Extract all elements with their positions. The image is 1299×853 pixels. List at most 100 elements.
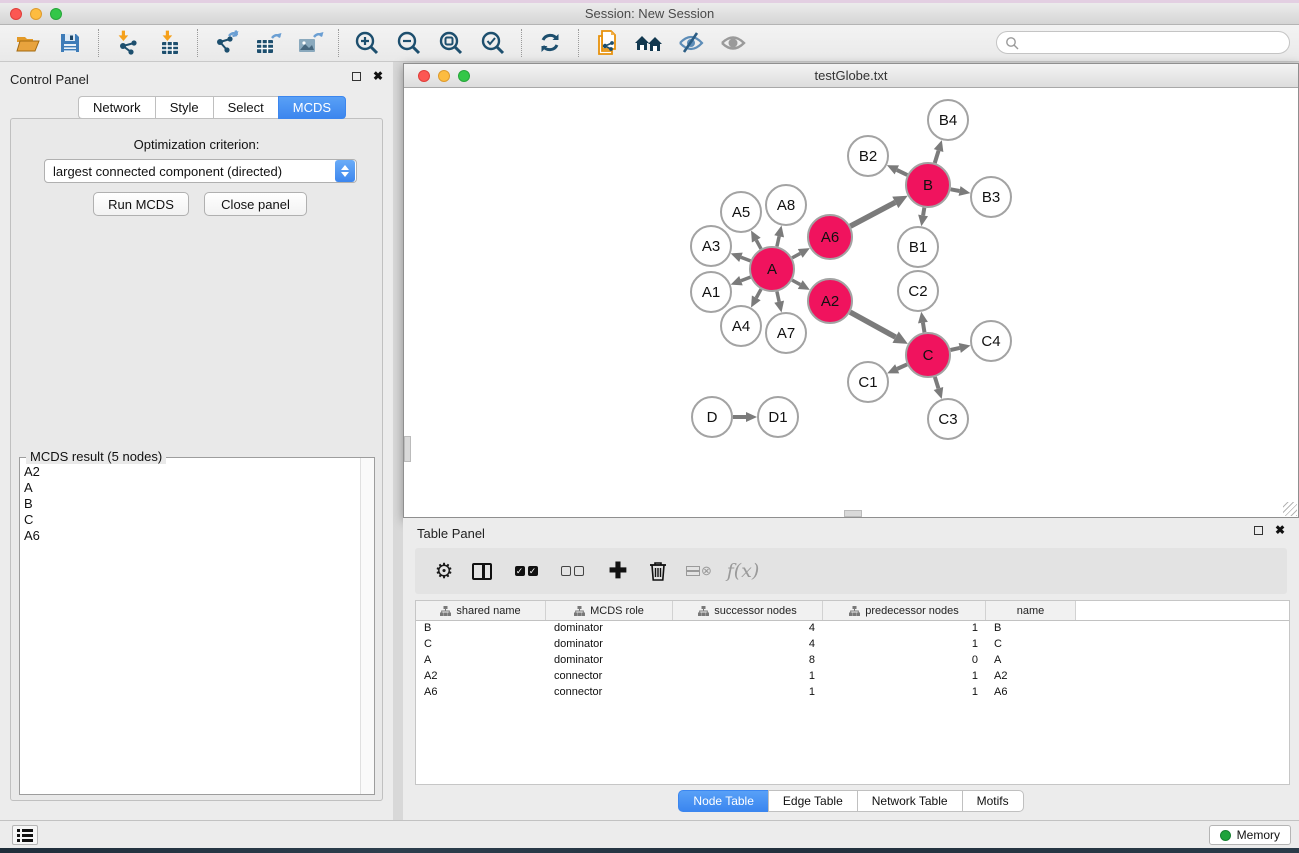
table-cell[interactable]: 8 [673, 653, 823, 669]
refresh-view-button[interactable] [532, 28, 568, 58]
result-item[interactable]: A6 [24, 528, 360, 544]
table-cell[interactable]: A [416, 653, 546, 669]
tab-style[interactable]: Style [155, 96, 213, 119]
export-network-button[interactable] [208, 28, 244, 58]
graph-edge-A-A1[interactable] [741, 277, 751, 281]
table-row[interactable]: A2connector11A2 [416, 669, 1289, 685]
delete-column-icon[interactable] [643, 556, 673, 586]
close-panel-button[interactable]: Close panel [204, 192, 307, 216]
function-builder-icon[interactable]: f(x) [723, 556, 763, 586]
table-cell[interactable]: dominator [546, 637, 673, 653]
birdseye-grip-left[interactable] [404, 436, 411, 462]
tab-network[interactable]: Network [78, 96, 155, 119]
table-options-gear-icon[interactable]: ⚙ [429, 556, 459, 586]
table-cell[interactable]: A2 [986, 669, 1076, 685]
graph-edge-B-B2[interactable] [897, 170, 907, 175]
table-cell[interactable]: connector [546, 685, 673, 701]
graph-edge-A-A3[interactable] [741, 257, 751, 261]
table-cell[interactable]: 1 [823, 669, 986, 685]
table-row[interactable]: Adominator80A [416, 653, 1289, 669]
result-item[interactable]: A [24, 480, 360, 496]
column-header-predecessor-nodes[interactable]: predecessor nodes [823, 601, 986, 620]
export-table-button[interactable] [250, 28, 286, 58]
zoom-selected-button[interactable] [475, 28, 511, 58]
tab-select[interactable]: Select [213, 96, 278, 119]
network-graph[interactable]: B4B2BB3A8A5A6A3B1AA1C2A2A4A7C4CC1C3DD1 [404, 88, 1298, 517]
table-cell[interactable]: 1 [823, 685, 986, 701]
table-cell[interactable]: connector [546, 669, 673, 685]
create-column-icon[interactable]: ✚ [603, 556, 633, 586]
table-cell[interactable]: 4 [673, 637, 823, 653]
select-all-checkboxes-icon[interactable]: ✓✓ [509, 556, 543, 586]
close-panel-icon[interactable]: ✖ [373, 72, 383, 81]
hide-graphics-details-button[interactable] [673, 28, 709, 58]
home-view-button[interactable] [631, 28, 667, 58]
result-item[interactable]: B [24, 496, 360, 512]
graph-edge-C-C1[interactable] [897, 364, 907, 368]
table-cell[interactable]: 1 [823, 637, 986, 653]
graph-edge-A-A2[interactable] [792, 280, 800, 284]
table-cell[interactable]: 4 [673, 621, 823, 637]
run-mcds-button[interactable]: Run MCDS [93, 192, 189, 216]
table-cell[interactable]: 1 [673, 685, 823, 701]
tab-network-table[interactable]: Network Table [857, 790, 962, 812]
result-item[interactable]: A2 [24, 464, 360, 480]
tab-node-table[interactable]: Node Table [678, 790, 768, 812]
duplicate-network-button[interactable] [589, 28, 625, 58]
table-cell[interactable]: C [416, 637, 546, 653]
table-cell[interactable]: 0 [823, 653, 986, 669]
table-row[interactable]: A6connector11A6 [416, 685, 1289, 701]
table-cell[interactable]: A6 [986, 685, 1076, 701]
graph-edge-A-A6[interactable] [792, 253, 800, 257]
graph-edge-A-A8[interactable] [777, 236, 779, 246]
table-row[interactable]: Bdominator41B [416, 621, 1289, 637]
column-header-MCDS-role[interactable]: MCDS role [546, 601, 673, 620]
float-table-panel-icon[interactable] [1254, 526, 1263, 535]
graph-edge-B-B4[interactable] [935, 151, 939, 163]
graph-edge-A-A7[interactable] [777, 291, 779, 301]
graph-edge-B-B3[interactable] [951, 189, 960, 191]
memory-button[interactable]: Memory [1209, 825, 1291, 845]
column-header-shared-name[interactable]: shared name [416, 601, 546, 620]
zoom-out-button[interactable] [391, 28, 427, 58]
birdseye-grip-bottom[interactable] [844, 510, 862, 517]
tab-mcds[interactable]: MCDS [278, 96, 346, 119]
save-session-button[interactable] [52, 28, 88, 58]
table-cell[interactable]: 1 [823, 621, 986, 637]
tab-motifs[interactable]: Motifs [962, 790, 1024, 812]
import-network-button[interactable] [109, 28, 145, 58]
graph-edge-C-C2[interactable] [923, 323, 925, 333]
column-header-successor-nodes[interactable]: successor nodes [673, 601, 823, 620]
window-resize-grip[interactable] [1283, 502, 1297, 516]
table-cell[interactable]: A [986, 653, 1076, 669]
result-item[interactable]: C [24, 512, 360, 528]
show-column-icon[interactable] [467, 556, 497, 586]
tab-edge-table[interactable]: Edge Table [768, 790, 857, 812]
graph-edge-C-C3[interactable] [935, 377, 939, 389]
delete-table-icon[interactable]: ⊗ [683, 556, 715, 586]
graph-edge-A-A5[interactable] [756, 240, 761, 249]
table-cell[interactable]: 1 [673, 669, 823, 685]
table-cell[interactable]: dominator [546, 653, 673, 669]
optimization-criterion-dropdown[interactable]: largest connected component (directed) [44, 159, 357, 183]
table-cell[interactable]: A2 [416, 669, 546, 685]
column-header-name[interactable]: name [986, 601, 1076, 620]
search-field[interactable] [996, 31, 1290, 54]
graph-edge-A-A4[interactable] [756, 289, 761, 298]
import-table-button[interactable] [151, 28, 187, 58]
network-canvas[interactable]: B4B2BB3A8A5A6A3B1AA1C2A2A4A7C4CC1C3DD1 [404, 88, 1298, 517]
graph-edge-A2-C[interactable] [850, 312, 895, 337]
zoom-fit-button[interactable] [433, 28, 469, 58]
table-cell[interactable]: dominator [546, 621, 673, 637]
unselect-all-checkboxes-icon[interactable] [555, 556, 589, 586]
task-history-button[interactable] [12, 825, 38, 845]
result-list-scrollbar[interactable] [360, 458, 374, 794]
zoom-in-button[interactable] [349, 28, 385, 58]
close-table-panel-icon[interactable]: ✖ [1275, 526, 1285, 535]
mcds-result-list[interactable]: A2ABCA6 [20, 458, 360, 794]
graph-edge-A6-B[interactable] [850, 202, 895, 226]
table-cell[interactable]: B [416, 621, 546, 637]
graph-edge-B-B1[interactable] [923, 208, 924, 216]
search-input[interactable] [1023, 36, 1289, 50]
float-panel-icon[interactable] [352, 72, 361, 81]
